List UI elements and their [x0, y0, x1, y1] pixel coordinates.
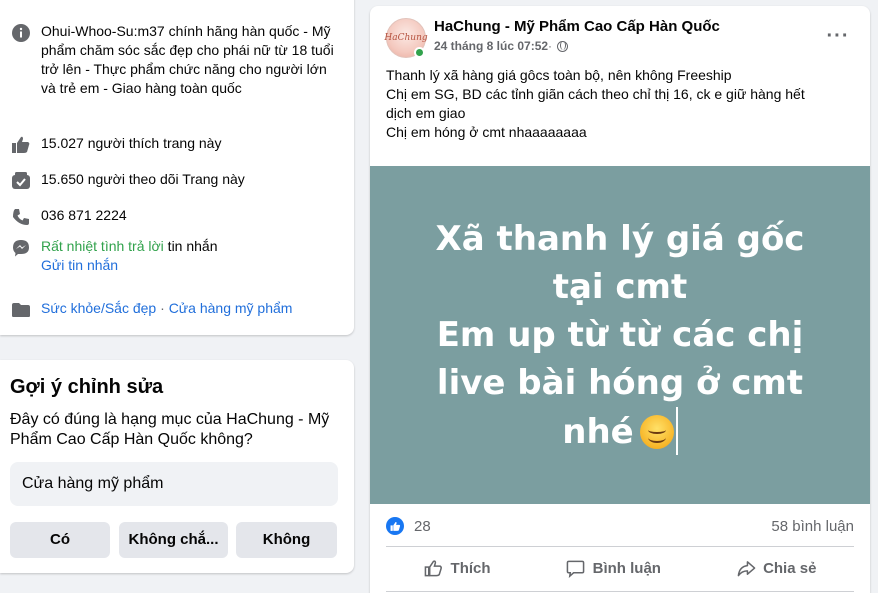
comment-button[interactable]: Bình luận: [566, 558, 661, 578]
intro-response-row: Rất nhiệt tình trả lời tin nhắn Gửi tin …: [10, 237, 340, 275]
share-button[interactable]: Chia sẻ: [736, 558, 816, 578]
avatar-logo-text: HaChung: [384, 33, 428, 43]
post-timestamp[interactable]: 24 tháng 8 lúc 07:52: [434, 39, 548, 53]
like-reaction-icon: [386, 517, 404, 535]
follow-check-icon: [10, 170, 32, 192]
intro-followers: 15.650 người theo dõi Trang này: [41, 171, 245, 187]
post-page-name[interactable]: HaChung - Mỹ Phẩm Cao Cấp Hàn Quốc: [434, 18, 720, 35]
post-card: HaChung HaChung - Mỹ Phẩm Cao Cấp Hàn Qu…: [370, 6, 870, 593]
post-text-line: Thanh lý xã hàng giá gôcs toàn bộ, nên k…: [386, 67, 732, 83]
image-text-line: live bài hóng ở cmt: [436, 362, 804, 403]
not-sure-button[interactable]: Không chắ...: [119, 522, 228, 558]
divider: [386, 591, 854, 592]
online-status-dot: [414, 47, 425, 58]
reactions-summary: 28 58 bình luận: [386, 514, 854, 538]
response-suffix: tin nhắn: [163, 238, 218, 254]
intro-followers-row: 15.650 người theo dõi Trang này: [10, 170, 340, 192]
category-icon: [10, 299, 32, 321]
post-text-line: Chị em SG, BD các tỉnh giãn cách theo ch…: [386, 86, 805, 102]
comment-label: Bình luận: [592, 559, 661, 577]
image-text-line: tại cmt: [552, 266, 688, 307]
intro-likes: 15.027 người thích trang này: [41, 135, 222, 151]
image-text-line: nhé: [562, 411, 634, 452]
intro-phone[interactable]: 036 871 2224: [41, 206, 127, 225]
category-separator: ·: [156, 300, 169, 316]
send-message-link[interactable]: Gửi tin nhắn: [41, 257, 118, 273]
intro-category-text: Sức khỏe/Sắc đẹp · Cửa hàng mỹ phẩm: [41, 299, 292, 318]
response-status: Rất nhiệt tình trả lời: [41, 238, 164, 254]
intro-category-row: Sức khỏe/Sắc đẹp · Cửa hàng mỹ phẩm: [10, 299, 340, 321]
intro-response-text: Rất nhiệt tình trả lời tin nhắn Gửi tin …: [41, 237, 218, 275]
post-image-text: Xã thanh lý giá gốc tại cmt Em up từ từ …: [435, 215, 805, 456]
reaction-count: 28: [414, 517, 431, 535]
intro-phone-row: 036 871 2224: [10, 206, 340, 228]
globe-icon: [557, 40, 569, 52]
suggest-edit-question: Đây có đúng là hạng mục của HaChung - Mỹ…: [10, 411, 330, 448]
intro-card: Ohui-Whoo-Su:m37 chính hãng hàn quốc - M…: [0, 0, 354, 335]
category-cosmetics-store-link[interactable]: Cửa hàng mỹ phẩm: [169, 300, 293, 316]
yes-button[interactable]: Có: [10, 522, 110, 558]
divider: [386, 546, 854, 547]
thumbs-up-icon: [424, 558, 444, 578]
post-image[interactable]: Xã thanh lý giá gốc tại cmt Em up từ từ …: [370, 158, 870, 504]
share-icon: [736, 558, 756, 578]
share-label: Chia sẻ: [763, 559, 817, 577]
reaction-summary[interactable]: 28: [386, 517, 431, 535]
intro-description: Ohui-Whoo-Su:m37 chính hãng hàn quốc - M…: [41, 23, 334, 96]
post-more-options-button[interactable]: ···: [820, 22, 856, 50]
comment-icon: [566, 558, 586, 578]
phone-icon: [10, 206, 32, 228]
suggest-edit-card: Gợi ý chỉnh sửa Đây có đúng là hạng mục …: [0, 360, 354, 573]
no-button[interactable]: Không: [236, 522, 337, 558]
category-suggestion-field: Cửa hàng mỹ phẩm: [10, 462, 338, 506]
intro-description-row: Ohui-Whoo-Su:m37 chính hãng hàn quốc - M…: [10, 22, 340, 98]
post-actions: Thích Bình luận Chia sẻ: [386, 550, 854, 586]
suggest-edit-title: Gợi ý chỉnh sửa: [10, 376, 164, 398]
meta-separator: ·: [548, 39, 553, 53]
thumbs-up-icon: [10, 134, 32, 156]
post-image-background: Xã thanh lý giá gốc tại cmt Em up từ từ …: [370, 166, 870, 504]
smiley-emoji-icon: [639, 414, 674, 449]
text-caret: [675, 406, 678, 455]
image-text-line: Xã thanh lý giá gốc: [435, 218, 805, 259]
post-meta: 24 tháng 8 lúc 07:52 ·: [434, 39, 569, 53]
messenger-icon: [10, 237, 32, 259]
post-text: Thanh lý xã hàng giá gôcs toàn bộ, nên k…: [386, 66, 856, 142]
image-text-line: Em up từ từ các chị: [436, 314, 804, 355]
comment-count[interactable]: 58 bình luận: [771, 518, 854, 535]
like-label: Thích: [450, 559, 491, 577]
intro-likes-row: 15.027 người thích trang này: [10, 134, 340, 156]
post-text-line: dịch em giao: [386, 105, 466, 121]
post-text-line: Chị em hóng ở cmt nhaaaaaaaa: [386, 124, 587, 140]
like-button[interactable]: Thích: [424, 558, 491, 578]
category-health-beauty-link[interactable]: Sức khỏe/Sắc đẹp: [41, 300, 156, 316]
info-icon: [10, 22, 32, 44]
